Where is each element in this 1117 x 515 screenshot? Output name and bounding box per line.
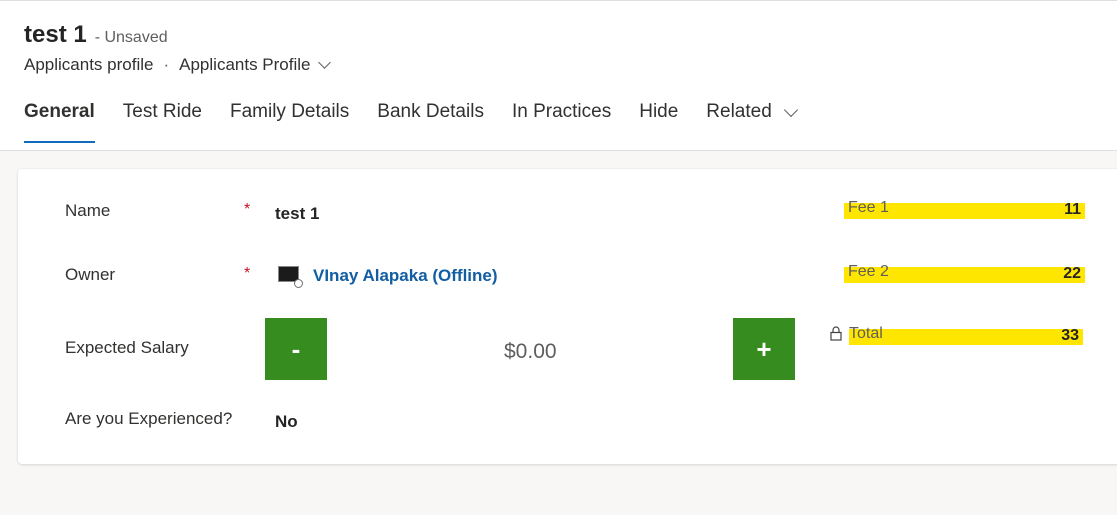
save-status: - Unsaved: [94, 29, 168, 46]
experienced-field[interactable]: No: [275, 412, 298, 432]
tab-in-practices[interactable]: In Practices: [512, 101, 611, 143]
fee2-row: Fee 2 22: [844, 263, 1085, 283]
tab-label: Family Details: [229, 101, 350, 122]
name-label: Name: [65, 201, 111, 220]
name-field[interactable]: test 1: [275, 204, 319, 224]
lock-icon: [830, 326, 842, 341]
fee2-value: 22: [1063, 265, 1081, 282]
required-indicator: *: [244, 265, 251, 282]
total-label: Total: [849, 325, 883, 342]
form-selector[interactable]: Applicants Profile: [179, 55, 332, 75]
expected-salary-value[interactable]: $0.00: [504, 340, 557, 364]
total-value: 33: [1061, 327, 1079, 344]
tab-label: Test Ride: [122, 101, 202, 122]
tab-label: Bank Details: [377, 101, 484, 122]
tab-related[interactable]: Related: [706, 101, 798, 143]
decrement-button[interactable]: -: [265, 318, 327, 380]
form-section-card: Name * test 1 Owner * VInay Alapaka (Off…: [18, 169, 1117, 464]
tab-bank-details[interactable]: Bank Details: [377, 101, 484, 143]
owner-lookup[interactable]: VInay Alapaka (Offline): [277, 264, 498, 288]
fee1-label: Fee 1: [848, 199, 889, 216]
total-row: Total 33: [849, 325, 1083, 345]
increment-button[interactable]: +: [733, 318, 795, 380]
form-header: test 1 - Unsaved Applicants profile · Ap…: [0, 0, 1117, 151]
chevron-down-icon: [783, 102, 798, 118]
fee1-row: Fee 1 11: [844, 199, 1085, 219]
form-name: Applicants Profile: [179, 55, 311, 74]
entity-name: Applicants profile: [24, 55, 154, 74]
tab-family-details[interactable]: Family Details: [230, 101, 349, 143]
owner-label: Owner: [65, 265, 116, 284]
owner-link[interactable]: VInay Alapaka (Offline): [313, 266, 498, 286]
tab-label: General: [24, 101, 95, 122]
chevron-down-icon: [318, 56, 332, 69]
presence-status-icon: [294, 279, 303, 288]
fee2-label: Fee 2: [848, 263, 889, 280]
tab-label: In Practices: [511, 101, 612, 122]
title-row: test 1 - Unsaved: [24, 21, 168, 49]
required-indicator: *: [244, 201, 251, 218]
tab-hide[interactable]: Hide: [639, 101, 678, 143]
separator: ·: [163, 55, 170, 74]
subtitle-row: Applicants profile · Applicants Profile: [24, 55, 332, 75]
tab-list: General Test Ride Family Details Bank De…: [24, 101, 824, 143]
expected-salary-label: Expected Salary: [65, 338, 189, 357]
experienced-label: Are you Experienced?: [65, 409, 233, 428]
tab-label: Hide: [639, 101, 679, 122]
user-avatar-icon: [277, 264, 303, 288]
tab-test-ride[interactable]: Test Ride: [123, 101, 202, 143]
record-title: test 1: [24, 21, 87, 48]
fee1-value: 11: [1064, 201, 1081, 218]
tab-general[interactable]: General: [24, 101, 95, 143]
tab-label: Related: [706, 101, 772, 122]
